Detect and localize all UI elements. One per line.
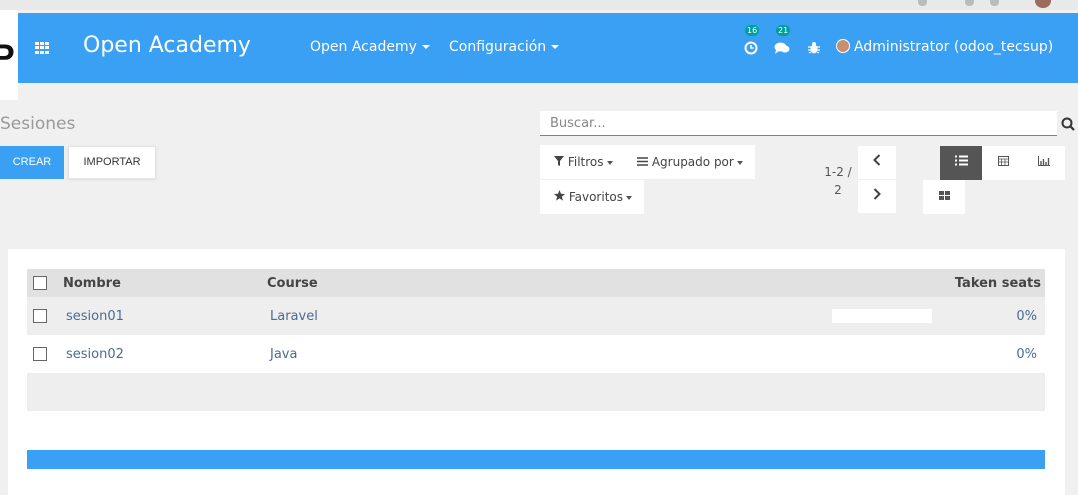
pager-previous-button[interactable] — [858, 146, 896, 179]
activity-badge: 16 — [745, 25, 760, 36]
agrupado-dropdown[interactable]: Agrupado por — [637, 155, 743, 169]
row-checkbox[interactable] — [33, 309, 47, 323]
favorites-toolbar: Favoritos — [540, 180, 644, 214]
favoritos-dropdown[interactable]: Favoritos — [554, 190, 632, 204]
row-check-cell — [27, 297, 63, 335]
favoritos-label: Favoritos — [568, 190, 623, 204]
debug-bug-icon[interactable] — [806, 41, 822, 57]
select-all-cell — [27, 269, 63, 297]
footer-bar — [27, 450, 1045, 469]
star-icon — [554, 190, 565, 201]
calendar-view-button[interactable] — [982, 146, 1024, 180]
row-name[interactable]: sesion02 — [63, 335, 267, 373]
row-taken-seats: 0% — [1016, 308, 1037, 324]
table-row[interactable]: sesion02 Java 0% — [27, 335, 1045, 373]
browser-profile-icon[interactable] — [1035, 0, 1051, 8]
empty-row — [27, 373, 1045, 411]
group-bars-icon — [637, 157, 648, 166]
browser-control[interactable] — [965, 0, 974, 6]
filter-toolbar: Filtros Agrupado por — [540, 145, 755, 179]
messages-badge: 21 — [776, 25, 791, 36]
chevron-right-icon — [873, 188, 881, 200]
table-header-row: Nombre Course Taken seats — [27, 269, 1045, 297]
agrupado-label: Agrupado por — [651, 155, 734, 169]
kanban-icon — [938, 191, 950, 200]
caret-down-icon — [551, 45, 560, 49]
row-check-cell — [27, 335, 63, 373]
browser-control[interactable] — [990, 0, 999, 6]
pager-value[interactable]: 1-2 / 2 — [818, 163, 858, 199]
search-icon[interactable] — [1061, 116, 1075, 131]
header-course[interactable]: Course — [267, 269, 417, 297]
caret-down-icon — [626, 195, 632, 200]
caret-down-icon — [736, 160, 743, 165]
row-name[interactable]: sesion01 — [63, 297, 267, 335]
select-all-checkbox[interactable] — [33, 276, 47, 290]
apps-menu-icon[interactable] — [35, 42, 49, 54]
page-title: Sesiones — [0, 114, 76, 134]
menu-open-academy-label: Open Academy — [310, 39, 417, 55]
menu-configuracion[interactable]: Configuración — [449, 39, 560, 55]
caret-down-icon — [421, 45, 430, 49]
side-logo: P — [0, 10, 18, 100]
activity-clock-icon[interactable] — [743, 41, 759, 57]
browser-url-strip — [0, 0, 1078, 10]
browser-control[interactable] — [918, 0, 927, 6]
row-taken-seats-cell: 0% — [417, 297, 1045, 335]
create-button[interactable]: CREAR — [0, 146, 64, 179]
pager-next-button[interactable] — [858, 180, 896, 213]
menu-open-academy[interactable]: Open Academy — [310, 39, 430, 55]
row-taken-seats-cell: 0% — [417, 335, 1045, 373]
kanban-view-button[interactable] — [923, 180, 965, 214]
calendar-icon — [997, 156, 1009, 166]
table-row[interactable]: sesion01 Laravel 0% — [27, 297, 1045, 335]
messages-chat-icon[interactable] — [774, 41, 790, 57]
row-course[interactable]: Java — [267, 335, 417, 373]
list-view-button[interactable] — [940, 146, 982, 180]
filtros-label: Filtros — [567, 155, 604, 169]
menu-configuracion-label: Configuración — [449, 39, 547, 55]
caret-down-icon — [606, 160, 613, 165]
filtros-dropdown[interactable]: Filtros — [554, 155, 613, 169]
row-course[interactable]: Laravel — [267, 297, 417, 335]
user-menu[interactable]: Administrator (odoo_tecsup) — [836, 39, 1053, 55]
progress-bar — [832, 347, 932, 361]
search-box — [540, 111, 1057, 136]
user-avatar — [836, 39, 850, 53]
top-navbar: Open Academy Open Academy Configuración … — [18, 13, 1078, 83]
sessions-table: Nombre Course Taken seats sesion01 Larav… — [27, 269, 1045, 411]
progress-bar — [832, 309, 933, 323]
graph-icon — [1038, 156, 1050, 166]
list-icon — [954, 155, 968, 166]
user-name: Administrator (odoo_tecsup) — [854, 39, 1054, 55]
pager-total: 2 — [834, 183, 842, 197]
chevron-left-icon — [873, 154, 881, 166]
header-nombre[interactable]: Nombre — [63, 269, 267, 297]
header-taken-seats[interactable]: Taken seats — [417, 269, 1045, 297]
graph-view-button[interactable] — [1023, 146, 1065, 180]
search-input[interactable] — [540, 111, 1057, 135]
import-button[interactable]: IMPORTAR — [68, 146, 156, 179]
pager-range: 1-2 / — [824, 165, 852, 179]
filter-funnel-icon — [554, 156, 564, 166]
app-brand[interactable]: Open Academy — [83, 33, 251, 58]
logo-glyph: P — [0, 38, 15, 76]
row-checkbox[interactable] — [33, 347, 47, 361]
row-taken-seats: 0% — [1016, 346, 1037, 362]
